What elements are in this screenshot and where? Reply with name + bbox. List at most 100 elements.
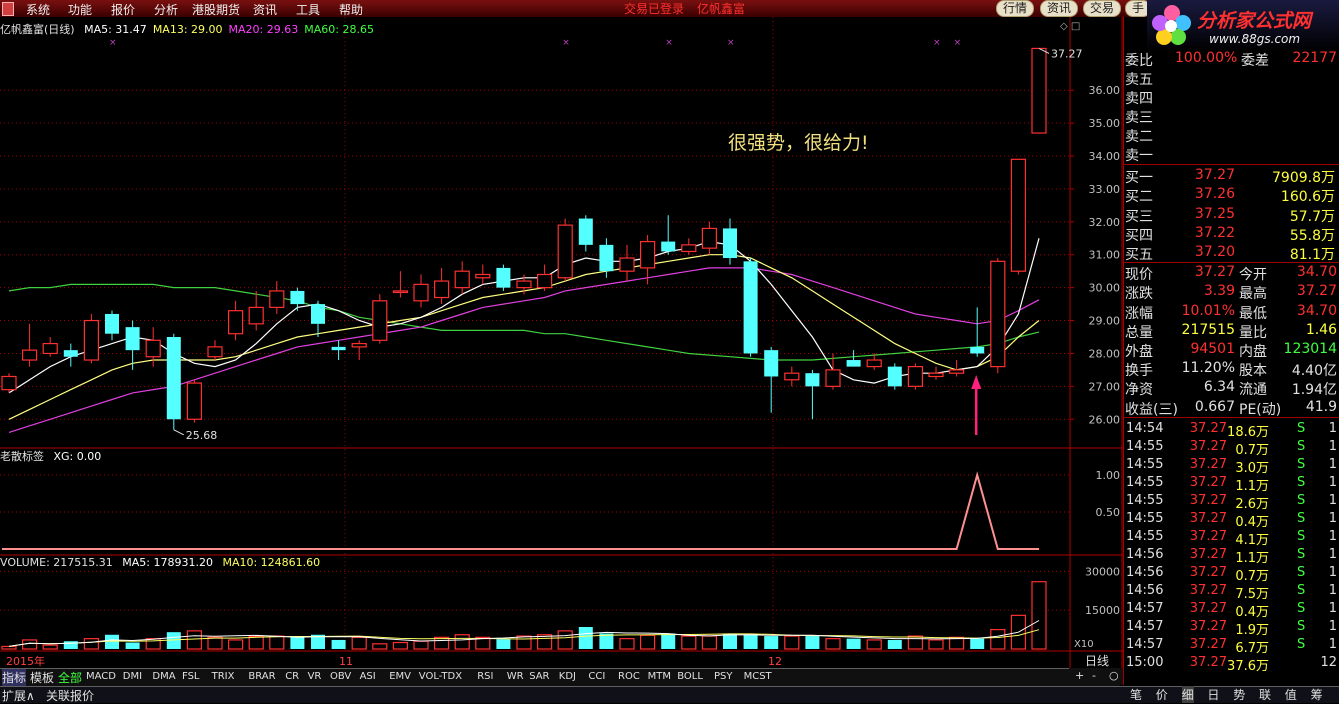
tick-row-cell: S	[1297, 619, 1306, 634]
indicator-tab-全部[interactable]: 全部	[58, 669, 82, 686]
menu-function[interactable]: 功能	[68, 1, 92, 18]
right-tab-6[interactable]: 值	[1285, 686, 1297, 703]
kline-chart[interactable]: 36.00 35.00 34.00 33.00 32.00 31.00 30.00 29.00…	[0, 17, 1123, 668]
stat2-row-cell: 净资	[1125, 382, 1153, 399]
stat2-row-cell: 41.9	[1305, 398, 1337, 415]
tick-row-cell: 37.27	[1189, 511, 1227, 526]
stat2-row-cell: 换手	[1125, 363, 1153, 379]
volume-bar-down	[578, 627, 593, 649]
annotation-text: 很强势，很给力!	[728, 132, 869, 154]
indicator-tab-vr[interactable]: VR	[308, 671, 322, 682]
expand-button[interactable]: 扩展∧	[2, 687, 35, 704]
candle-body-up	[207, 346, 223, 358]
tick-row-cell: 12	[1320, 655, 1337, 670]
indicator-tab-brar[interactable]: BRAR	[248, 671, 275, 682]
signal-marker: ×	[954, 38, 962, 48]
menu-quote[interactable]: 报价	[111, 1, 135, 18]
stat-row-cell: 34.70	[1296, 302, 1337, 319]
indicator-tab-fsl[interactable]: FSL	[182, 671, 200, 682]
menu-system[interactable]: 系统	[26, 1, 50, 18]
indicator-axis-tick: 0.50	[1096, 506, 1121, 519]
buy-level-row-cell: 37.27	[1194, 167, 1235, 183]
candle-body-down	[331, 346, 346, 351]
menu-analysis[interactable]: 分析	[154, 1, 178, 18]
menu-news[interactable]: 资讯	[253, 1, 277, 18]
date-axis-label: 2015年	[6, 654, 45, 668]
indicator-tab-rsi[interactable]: RSI	[477, 671, 493, 682]
indicator-tab-kdj[interactable]: KDJ	[559, 671, 576, 682]
zoom-in-button[interactable]: +	[1075, 669, 1084, 682]
market-button[interactable]: 行情	[996, 0, 1034, 17]
tick-row-cell: 1	[1328, 457, 1337, 472]
candle-body-up	[413, 283, 429, 302]
indicator-tab-emv[interactable]: EMV	[389, 671, 411, 682]
indicator-tab-mtm[interactable]: MTM	[648, 671, 671, 682]
indicator-tab-roc[interactable]: ROC	[618, 671, 640, 682]
menu-hk-futures[interactable]: 港股期货	[192, 1, 240, 18]
candle-body-down	[578, 218, 593, 245]
volume-bar-down	[805, 636, 820, 649]
ma-label-3: MA60: 28.65	[304, 23, 374, 36]
tick-row-cell: 14:55	[1126, 475, 1164, 490]
tick-row-cell: 37.6万	[1227, 659, 1269, 674]
candle-body-up	[639, 240, 656, 269]
trade-button[interactable]: 交易	[1083, 0, 1121, 17]
related-quote-button[interactable]: 关联报价	[46, 687, 94, 704]
candle-body-up	[83, 319, 100, 361]
volume-bar-up	[83, 638, 100, 650]
right-tab-1[interactable]: 价	[1156, 686, 1168, 703]
stat2-row-cell: 4.40亿	[1291, 363, 1337, 379]
menu-help[interactable]: 帮助	[339, 1, 363, 18]
right-tab-0[interactable]: 笔	[1130, 686, 1142, 703]
tick-row-cell: S	[1297, 547, 1306, 562]
indicator-tab-obv[interactable]: OBV	[330, 671, 351, 682]
tick-row-cell: 1	[1328, 439, 1337, 454]
indicator-tab-指标[interactable]: 指标	[2, 669, 27, 686]
tick-row-cell: S	[1297, 601, 1306, 616]
right-tab-2[interactable]: 细	[1181, 686, 1194, 703]
volume-bar-up	[1, 645, 17, 650]
indicator-tab-cci[interactable]: CCI	[588, 671, 605, 682]
indicator-tab-模板[interactable]: 模板	[30, 669, 54, 686]
indicator-tab-cr[interactable]: CR	[285, 671, 299, 682]
volume-bar-up	[866, 639, 882, 650]
volume-bar-down	[970, 638, 985, 649]
volume-unit: X10	[1074, 639, 1094, 650]
zoom-out-button[interactable]: -	[1092, 669, 1096, 682]
app-icon[interactable]	[2, 2, 14, 16]
stock-banner: 亿帆鑫富	[697, 2, 746, 16]
indicator-tab-boll[interactable]: BOLL	[677, 671, 703, 682]
indicator-header: 老散标签 XG: 0.00	[0, 448, 101, 464]
candle-body-up	[907, 366, 924, 387]
right-tab-7[interactable]: 筹	[1311, 686, 1323, 703]
tick-row-cell: 37.27	[1189, 493, 1227, 508]
candle-body-down	[846, 360, 861, 367]
indicator-tab-vol-tdx[interactable]: VOL-TDX	[419, 671, 462, 682]
volume-bar-up	[413, 640, 429, 650]
indicator-tab-wr[interactable]: WR	[507, 671, 524, 682]
indicator-tab-sar[interactable]: SAR	[529, 671, 549, 682]
indicator-tab-asi[interactable]: ASI	[360, 671, 376, 682]
candle-body-up	[392, 290, 408, 294]
right-tab-4[interactable]: 势	[1233, 686, 1245, 703]
volume-bar-down	[331, 639, 346, 649]
candle-body-up	[145, 339, 161, 358]
indicator-tab-dma[interactable]: DMA	[152, 671, 175, 682]
moving-average-lines	[8, 238, 1040, 433]
tick-row-cell: 14:57	[1126, 619, 1164, 634]
right-tab-5[interactable]: 联	[1259, 686, 1271, 703]
indicator-tab-dmi[interactable]: DMI	[123, 671, 142, 682]
candle-body-up	[269, 290, 285, 308]
indicator-tab-mcst[interactable]: MCST	[744, 671, 772, 682]
order-ratio-row-cell: 委比	[1125, 53, 1153, 69]
news-button[interactable]: 资讯	[1040, 0, 1078, 17]
indicator-tab-macd[interactable]: MACD	[86, 671, 116, 682]
stat-row-cell: 123014	[1283, 341, 1337, 358]
stat-row-cell: 37.27	[1296, 283, 1337, 300]
reset-button[interactable]: ○	[1109, 669, 1119, 682]
tick-row: 14:57 37.27 1.9万 S 1	[1123, 619, 1339, 638]
indicator-tab-trix[interactable]: TRIX	[212, 671, 235, 682]
indicator-tab-psy[interactable]: PSY	[714, 671, 733, 682]
right-tab-3[interactable]: 日	[1207, 686, 1219, 703]
menu-tools[interactable]: 工具	[296, 1, 320, 18]
